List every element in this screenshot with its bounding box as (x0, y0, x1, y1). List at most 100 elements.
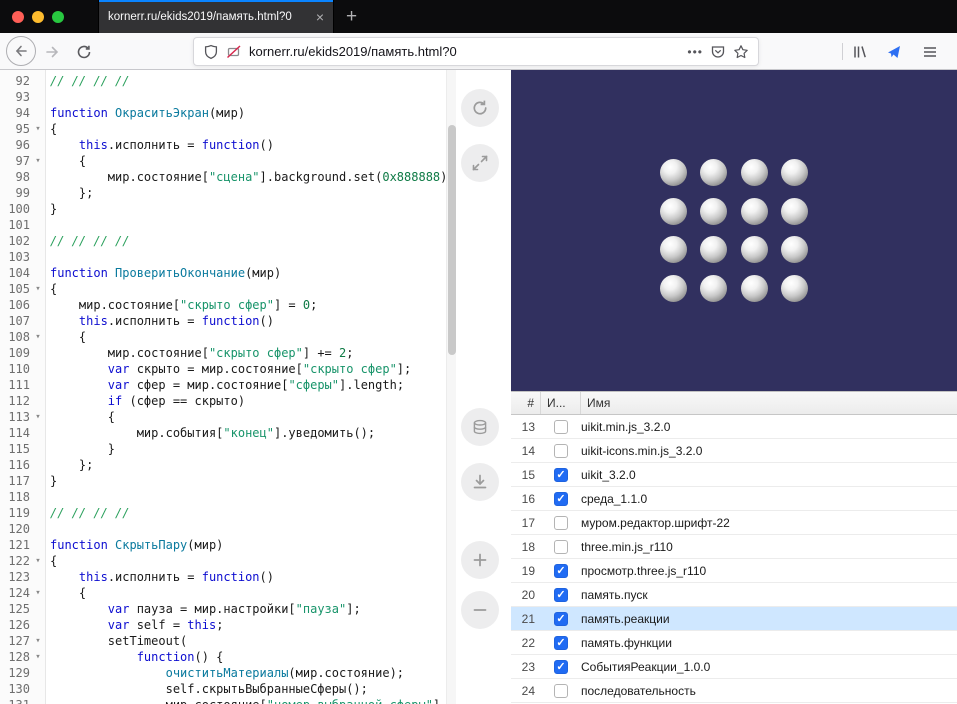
bookmark-star-icon[interactable] (733, 44, 749, 60)
code-line: 104function ПроверитьОкончание(мир) (0, 265, 446, 281)
fold-gutter (30, 425, 46, 441)
table-row[interactable]: 21✓память.реакции (511, 607, 957, 631)
code-editor[interactable]: 92// // // //9394function ОкраситьЭкран(… (0, 70, 446, 704)
sphere[interactable] (741, 236, 768, 263)
scene-canvas[interactable] (511, 70, 957, 391)
forward-button[interactable] (42, 42, 62, 62)
sphere[interactable] (700, 275, 727, 302)
fold-arrow-icon[interactable]: ▾ (30, 409, 46, 425)
sphere[interactable] (781, 275, 808, 302)
code-text: { (46, 121, 446, 137)
row-checkbox[interactable] (554, 516, 568, 530)
new-tab-button[interactable]: + (346, 7, 357, 26)
row-checkbox[interactable] (554, 684, 568, 698)
fold-gutter (30, 89, 46, 105)
sphere[interactable] (660, 198, 687, 225)
pocket-icon[interactable] (710, 44, 726, 60)
fold-arrow-icon[interactable]: ▾ (30, 585, 46, 601)
sphere[interactable] (781, 198, 808, 225)
row-checkbox[interactable] (554, 444, 568, 458)
blocked-content-icon[interactable] (226, 44, 242, 60)
back-button[interactable] (6, 36, 36, 66)
row-checkbox[interactable]: ✓ (554, 564, 568, 578)
sphere[interactable] (741, 198, 768, 225)
row-checkbox[interactable] (554, 540, 568, 554)
code-text: { (46, 281, 446, 297)
row-checkbox[interactable] (554, 420, 568, 434)
table-row[interactable]: 24последовательность (511, 679, 957, 703)
sphere[interactable] (781, 236, 808, 263)
minus-button[interactable] (461, 591, 499, 629)
table-row[interactable]: 22✓память.функции (511, 631, 957, 655)
url-bar[interactable]: kornerr.ru/ekids2019/память.html?0 ••• (193, 37, 759, 66)
download-button[interactable] (461, 463, 499, 501)
code-text: function ПроверитьОкончание(мир) (46, 265, 446, 281)
fold-arrow-icon[interactable]: ▾ (30, 281, 46, 297)
shield-icon[interactable] (203, 44, 219, 60)
editor-scrollbar[interactable] (446, 70, 456, 704)
table-row[interactable]: 15✓uikit_3.2.0 (511, 463, 957, 487)
row-checkbox[interactable]: ✓ (554, 660, 568, 674)
fold-arrow-icon[interactable]: ▾ (30, 121, 46, 137)
zoom-window-button[interactable] (52, 11, 64, 23)
minimize-window-button[interactable] (32, 11, 44, 23)
column-header-number[interactable]: # (511, 392, 541, 414)
fold-arrow-icon[interactable]: ▾ (30, 153, 46, 169)
fold-arrow-icon[interactable]: ▾ (30, 329, 46, 345)
code-text: { (46, 409, 446, 425)
code-text: { (46, 585, 446, 601)
fold-gutter (30, 681, 46, 697)
fold-arrow-icon[interactable]: ▾ (30, 633, 46, 649)
layers-button[interactable] (461, 408, 499, 446)
row-checkbox[interactable]: ✓ (554, 468, 568, 482)
row-checkbox[interactable]: ✓ (554, 612, 568, 626)
fold-gutter (30, 73, 46, 89)
scrollbar-thumb[interactable] (448, 125, 456, 355)
table-row[interactable]: 14uikit-icons.min.js_3.2.0 (511, 439, 957, 463)
line-number: 129 (0, 665, 30, 681)
sphere[interactable] (700, 198, 727, 225)
sphere[interactable] (741, 159, 768, 186)
tab-close-icon[interactable]: × (316, 9, 324, 25)
column-header-used[interactable]: И... (541, 392, 581, 414)
fold-arrow-icon[interactable]: ▾ (30, 649, 46, 665)
column-header-name[interactable]: Имя (581, 392, 957, 414)
row-checkbox-cell: ✓ (541, 636, 581, 650)
table-row[interactable]: 23✓СобытияРеакции_1.0.0 (511, 655, 957, 679)
row-checkbox[interactable]: ✓ (554, 636, 568, 650)
fullscreen-button[interactable] (461, 144, 499, 182)
table-header: # И... Имя (511, 391, 957, 415)
code-text: function ОкраситьЭкран(мир) (46, 105, 446, 121)
row-checkbox[interactable]: ✓ (554, 588, 568, 602)
code-text (46, 489, 446, 505)
table-row[interactable]: 17муром.редактор.шрифт-22 (511, 511, 957, 535)
table-row[interactable]: 19✓просмотр.three.js_r110 (511, 559, 957, 583)
line-number: 122 (0, 553, 30, 569)
reload-button[interactable] (74, 42, 94, 62)
sphere[interactable] (741, 275, 768, 302)
browser-tab[interactable]: kornerr.ru/ekids2019/память.html?0 × (98, 0, 334, 33)
sphere[interactable] (700, 236, 727, 263)
line-number: 112 (0, 393, 30, 409)
plus-button[interactable] (461, 541, 499, 579)
table-row[interactable]: 13uikit.min.js_3.2.0 (511, 415, 957, 439)
sphere[interactable] (660, 236, 687, 263)
menu-button[interactable] (920, 42, 940, 62)
fold-arrow-icon[interactable]: ▾ (30, 553, 46, 569)
row-name: память.реакции (581, 612, 957, 626)
close-window-button[interactable] (12, 11, 24, 23)
library-button[interactable] (850, 42, 870, 62)
row-checkbox[interactable]: ✓ (554, 492, 568, 506)
addon-button[interactable] (884, 42, 904, 62)
table-row[interactable]: 16✓среда_1.1.0 (511, 487, 957, 511)
sphere[interactable] (660, 275, 687, 302)
table-row[interactable]: 20✓память.пуск (511, 583, 957, 607)
url-text[interactable]: kornerr.ru/ekids2019/память.html?0 (249, 44, 680, 59)
sphere[interactable] (700, 159, 727, 186)
sphere[interactable] (660, 159, 687, 186)
refresh-button[interactable] (461, 89, 499, 127)
line-number: 97 (0, 153, 30, 169)
page-actions-icon[interactable]: ••• (687, 45, 703, 59)
sphere[interactable] (781, 159, 808, 186)
table-row[interactable]: 18three.min.js_r110 (511, 535, 957, 559)
